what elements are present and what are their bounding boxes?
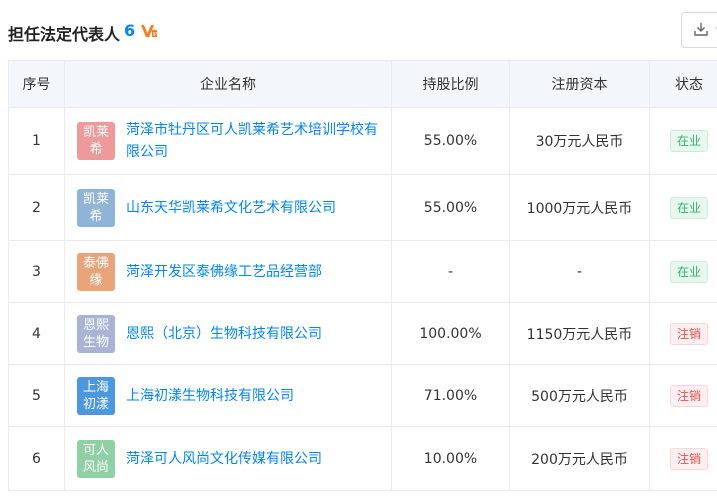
col-header-share: 持股比例: [391, 60, 510, 108]
row-index: 6: [8, 426, 65, 491]
status-badge: 在业: [669, 196, 708, 219]
company-cell: 泰佛缘 菏泽开发区泰佛缘工艺品经营部: [64, 240, 392, 303]
col-header-capital: 注册资本: [509, 60, 650, 108]
registered-capital: 200万元人民币: [509, 426, 650, 491]
row-index: 4: [8, 302, 65, 365]
company-cell: 可人风尚 菏泽可人风尚文化传媒有限公司: [64, 426, 392, 491]
company-name-link[interactable]: 菏泽市牡丹区可人凯莱希艺术培训学校有限公司: [126, 119, 390, 163]
svg-text:IP: IP: [153, 32, 158, 38]
company-name-link[interactable]: 菏泽可人风尚文化传媒有限公司: [126, 448, 332, 470]
share-ratio: 10.00%: [391, 426, 510, 491]
legal-rep-table-wrap: 序号 企业名称 持股比例 注册资本 状态 1 凯莱希 菏泽市牡丹区可人凯莱希艺术…: [8, 60, 717, 491]
company-name-link[interactable]: 菏泽开发区泰佛缘工艺品经营部: [126, 261, 332, 283]
registered-capital: 30万元人民币: [509, 107, 650, 175]
row-index: 2: [8, 174, 65, 241]
company-name-link[interactable]: 上海初漾生物科技有限公司: [126, 385, 304, 407]
registered-capital: 1150万元人民币: [509, 302, 650, 365]
company-logo[interactable]: 恩熙生物: [77, 314, 115, 353]
col-header-company: 企业名称: [64, 60, 392, 108]
status-badge: 注销: [669, 447, 708, 470]
status-cell: 注销: [649, 426, 717, 491]
table-row: 5 上海初漾 上海初漾生物科技有限公司 71.00% 500万元人民币 注销: [8, 364, 717, 427]
status-badge: 在业: [669, 130, 708, 152]
share-ratio: 55.00%: [391, 107, 510, 175]
table-row: 1 凯莱希 菏泽市牡丹区可人凯莱希艺术培训学校有限公司 55.00% 30万元人…: [8, 107, 717, 175]
row-index: 3: [8, 240, 65, 303]
status-cell: 在业: [649, 107, 717, 175]
legal-rep-table: 序号 企业名称 持股比例 注册资本 状态 1 凯莱希 菏泽市牡丹区可人凯莱希艺术…: [8, 60, 717, 491]
company-logo[interactable]: 上海初漾: [77, 376, 115, 415]
section-title: 担任法定代表人: [8, 25, 121, 44]
table-row: 2 凯莱希 山东天华凯莱希文化艺术有限公司 55.00% 1000万元人民币 在…: [8, 174, 717, 241]
registered-capital: 500万元人民币: [509, 364, 650, 427]
company-cell: 凯莱希 菏泽市牡丹区可人凯莱希艺术培训学校有限公司: [64, 107, 392, 175]
status-badge: 在业: [669, 260, 708, 283]
table-row: 3 泰佛缘 菏泽开发区泰佛缘工艺品经营部 - - 在业: [8, 240, 717, 303]
status-cell: 在业: [649, 240, 717, 303]
share-ratio: 55.00%: [391, 174, 510, 241]
company-logo[interactable]: 凯莱希: [77, 188, 115, 227]
company-name-link[interactable]: 山东天华凯莱希文化艺术有限公司: [126, 197, 346, 219]
status-badge: 注销: [669, 384, 708, 407]
company-name-link[interactable]: 恩熙（北京）生物科技有限公司: [126, 323, 332, 345]
company-logo[interactable]: 可人风尚: [77, 439, 115, 478]
col-header-status: 状态: [649, 60, 717, 108]
share-ratio: 100.00%: [391, 302, 510, 365]
status-cell: 注销: [649, 302, 717, 365]
company-logo[interactable]: 泰佛缘: [77, 252, 115, 291]
section-header: 担任法定代表人 6 IP ▾: [8, 0, 717, 60]
registered-capital: -: [509, 240, 650, 303]
record-count[interactable]: 6: [124, 21, 135, 40]
row-index: 5: [8, 364, 65, 427]
export-button[interactable]: ▾: [681, 12, 717, 48]
company-cell: 恩熙生物 恩熙（北京）生物科技有限公司: [64, 302, 392, 365]
col-header-index: 序号: [8, 60, 65, 108]
table-header-row: 序号 企业名称 持股比例 注册资本 状态: [8, 60, 717, 108]
share-ratio: 71.00%: [391, 364, 510, 427]
registered-capital: 1000万元人民币: [509, 174, 650, 241]
status-cell: 在业: [649, 174, 717, 241]
download-icon: [694, 23, 708, 36]
company-cell: 凯莱希 山东天华凯莱希文化艺术有限公司: [64, 174, 392, 241]
company-logo[interactable]: 凯莱希: [77, 122, 115, 160]
table-row: 4 恩熙生物 恩熙（北京）生物科技有限公司 100.00% 1150万元人民币 …: [8, 302, 717, 365]
company-cell: 上海初漾 上海初漾生物科技有限公司: [64, 364, 392, 427]
row-index: 1: [8, 107, 65, 175]
status-cell: 注销: [649, 364, 717, 427]
vip-icon: IP: [140, 22, 158, 40]
table-row: 6 可人风尚 菏泽可人风尚文化传媒有限公司 10.00% 200万元人民币 注销: [8, 426, 717, 491]
status-badge: 注销: [669, 322, 708, 345]
share-ratio: -: [391, 240, 510, 303]
